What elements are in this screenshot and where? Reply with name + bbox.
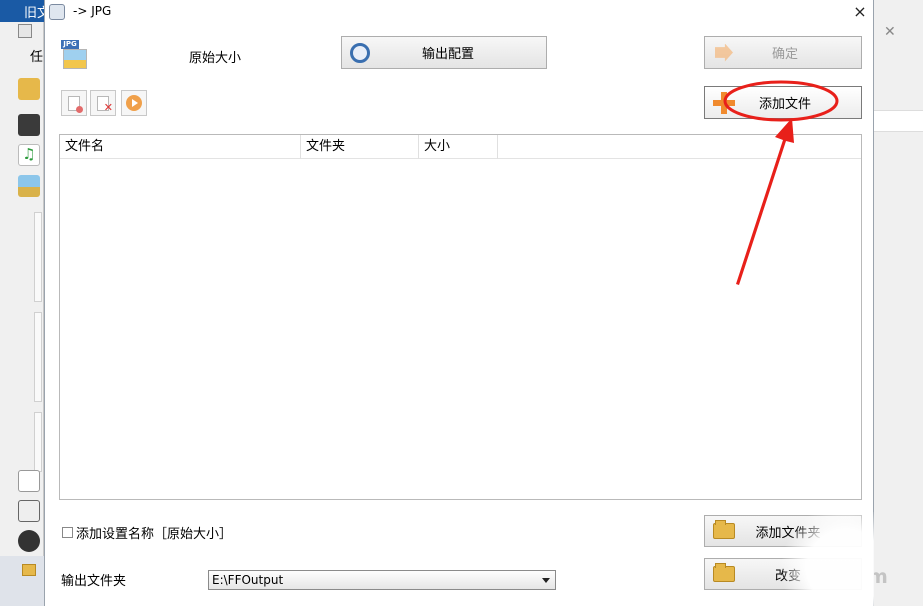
add-setting-name-checkbox[interactable]	[62, 527, 73, 538]
change-folder-button[interactable]: 改变	[704, 558, 862, 590]
dialog-title: -> JPG	[73, 4, 112, 18]
column-header-folder[interactable]: 文件夹	[301, 135, 419, 159]
file-list-table[interactable]: 文件名 文件夹 大小	[59, 134, 862, 500]
background-app-right	[874, 0, 923, 606]
background-close-icon[interactable]: ✕	[884, 24, 896, 40]
play-icon	[126, 95, 142, 111]
plus-icon	[713, 91, 735, 114]
column-header-size[interactable]: 大小	[419, 135, 498, 159]
background-app-icon	[18, 24, 32, 38]
app-icon	[49, 4, 65, 20]
chevron-down-icon	[542, 578, 550, 583]
remove-file-button[interactable]: ✕	[90, 90, 116, 116]
table-header: 文件名 文件夹 大小	[60, 135, 861, 159]
change-label: 改变	[774, 568, 801, 584]
add-file-label: 添加文件	[758, 97, 811, 112]
add-folder-label: 添加文件夹	[755, 525, 821, 541]
background-app-left: 旧文 任 ♫	[0, 0, 44, 606]
output-folder-label: 输出文件夹	[61, 574, 127, 589]
clear-list-button[interactable]	[61, 90, 87, 116]
music-icon[interactable]: ♫	[18, 144, 40, 166]
film-reel-icon[interactable]	[18, 530, 40, 552]
play-button[interactable]	[121, 90, 147, 116]
background-bottom-bar	[0, 556, 44, 606]
settings-gear-icon	[350, 42, 370, 63]
add-setting-name-label[interactable]: 添加设置名称［原始大小］	[76, 523, 232, 542]
picture-icon[interactable]	[18, 175, 40, 197]
background-app-title: 旧文	[0, 0, 44, 22]
output-config-button[interactable]: 输出配置	[341, 36, 547, 69]
document-icon[interactable]	[18, 470, 40, 492]
preset-label: 原始大小	[189, 51, 242, 66]
folder-icon[interactable]	[22, 564, 36, 576]
arrow-right-icon	[715, 43, 733, 62]
ok-label: 确定	[771, 47, 798, 62]
background-panel	[34, 212, 42, 302]
background-panel	[34, 312, 42, 402]
column-header-filename[interactable]: 文件名	[60, 135, 301, 159]
add-folder-button[interactable]: 添加文件夹	[704, 515, 862, 547]
output-folder-select[interactable]: E:\FFOutput	[208, 570, 556, 590]
output-folder-value: E:\FFOutput	[212, 573, 284, 587]
ok-button[interactable]: 确定	[704, 36, 862, 69]
output-config-label: 输出配置	[421, 47, 474, 62]
jpg-file-icon: JPG	[61, 40, 89, 70]
video-icon[interactable]	[18, 114, 40, 136]
drive-icon[interactable]	[18, 500, 40, 522]
add-file-button[interactable]: 添加文件	[704, 86, 862, 119]
close-button[interactable]: ×	[851, 3, 869, 21]
clear-list-icon	[68, 95, 83, 113]
folder-icon	[713, 520, 735, 539]
background-panel	[34, 412, 42, 472]
convert-dialog: -> JPG × JPG 原始大小 输出配置 确定 ✕ 添加文件 文件名 文件夹…	[44, 0, 874, 606]
folder-icon	[713, 563, 735, 582]
background-row	[874, 110, 923, 132]
background-sidebar-label: 任	[30, 50, 44, 65]
remove-file-icon: ✕	[97, 95, 113, 114]
folder-icon[interactable]	[18, 78, 40, 100]
